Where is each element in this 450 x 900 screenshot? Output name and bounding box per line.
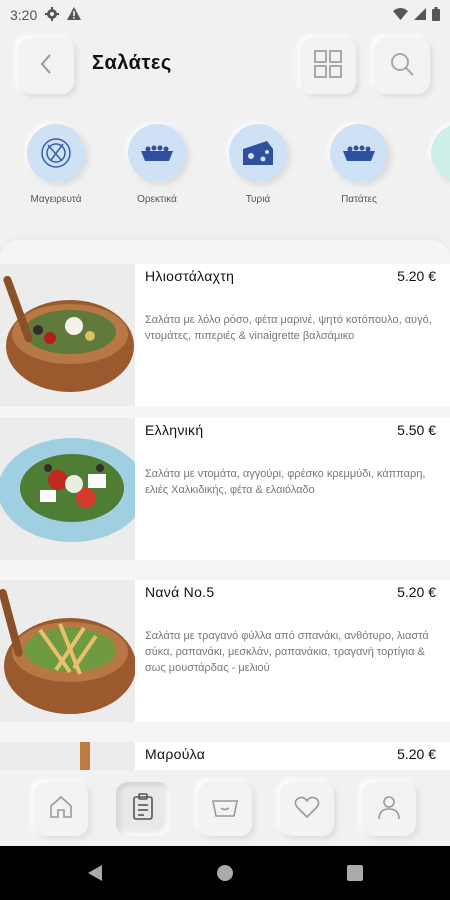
category-label: Ορεκτικά: [137, 194, 177, 205]
category-label: Πατάτες: [341, 194, 377, 205]
product-item[interactable]: Νανά Νο.5 5.20 € Σαλάτα με τραγανό φύλλα…: [0, 580, 450, 722]
product-name: Νανά Νο.5: [145, 584, 215, 600]
plate-cutlery-icon: [27, 124, 85, 182]
system-recents-icon[interactable]: [346, 864, 364, 887]
settings-gear-icon: [45, 6, 60, 24]
app-header: Σαλάτες: [0, 30, 450, 102]
search-button[interactable]: [374, 38, 430, 94]
product-image: [0, 742, 135, 770]
nav-profile-button[interactable]: [362, 782, 416, 836]
product-list[interactable]: Ηλιοστάλαχτη 5.20 € Σαλάτα με λόλο ρόσο,…: [0, 240, 450, 770]
product-price: 5.20 €: [397, 746, 436, 762]
category-salates[interactable]: Σα: [410, 124, 450, 205]
fries-dish-icon: [330, 124, 388, 182]
clipboard-menu-icon: [131, 792, 155, 826]
chevron-left-icon: [39, 53, 53, 80]
cell-signal-icon: [414, 7, 426, 23]
category-label: Τυριά: [245, 194, 271, 205]
product-name: Ηλιοστάλαχτη: [145, 268, 235, 284]
nav-home-button[interactable]: [34, 782, 88, 836]
appetizer-dish-icon: [128, 124, 186, 182]
home-icon: [48, 794, 74, 825]
nav-favorites-button[interactable]: [280, 782, 334, 836]
product-image: [0, 418, 135, 560]
product-name: Μαρούλα: [145, 746, 206, 762]
category-patates[interactable]: Πατάτες: [309, 124, 409, 205]
salad-icon: [431, 124, 450, 182]
status-bar: 3:20: [0, 0, 450, 30]
system-back-icon[interactable]: [86, 864, 104, 887]
product-image: [0, 264, 135, 406]
back-button[interactable]: [18, 38, 74, 94]
product-name: Ελληνική: [145, 422, 204, 438]
category-tyria[interactable]: Τυριά: [208, 124, 308, 205]
product-price: 5.20 €: [397, 584, 436, 600]
system-navigation-bar: [0, 846, 450, 900]
warning-icon: [67, 7, 82, 23]
product-item[interactable]: Ηλιοστάλαχτη 5.20 € Σαλάτα με λόλο ρόσο,…: [0, 264, 450, 406]
page-title: Σαλάτες: [92, 52, 172, 74]
heart-icon: [294, 795, 320, 824]
product-item[interactable]: Μαρούλα 5.20 €: [0, 742, 450, 770]
product-price: 5.50 €: [397, 422, 436, 438]
category-label: Μαγειρευτά: [30, 194, 82, 205]
grid-view-button[interactable]: [300, 38, 356, 94]
product-item[interactable]: Ελληνική 5.50 € Σαλάτα με ντομάτα, αγγού…: [0, 418, 450, 560]
wifi-icon: [393, 7, 408, 23]
user-icon: [377, 794, 401, 825]
product-image: [0, 580, 135, 722]
category-carousel[interactable]: Μαγειρευτά Ορεκτικά Τυριά Πατάτες Σα: [0, 118, 450, 228]
nav-menu-button[interactable]: [116, 782, 170, 836]
cheese-icon: [229, 124, 287, 182]
system-home-icon[interactable]: [216, 864, 234, 887]
category-mageireuta[interactable]: Μαγειρευτά: [6, 124, 106, 205]
product-description: Σαλάτα με ντομάτα, αγγούρι, φρέσκο κρεμμ…: [145, 468, 426, 496]
product-description: Σαλάτα με λόλο ρόσο, φέτα μαρινέ, ψητό κ…: [145, 314, 432, 342]
shopping-basket-icon: [211, 796, 239, 823]
category-orektika[interactable]: Ορεκτικά: [107, 124, 207, 205]
product-price: 5.20 €: [397, 268, 436, 284]
product-description: Σαλάτα με τραγανό φύλλα από σπανάκι, ανθ…: [145, 630, 429, 674]
status-time: 3:20: [10, 7, 38, 23]
nav-cart-button[interactable]: [198, 782, 252, 836]
bottom-navigation: [0, 770, 450, 846]
grid-icon: [313, 49, 343, 84]
battery-icon: [432, 6, 440, 24]
search-icon: [389, 51, 415, 82]
